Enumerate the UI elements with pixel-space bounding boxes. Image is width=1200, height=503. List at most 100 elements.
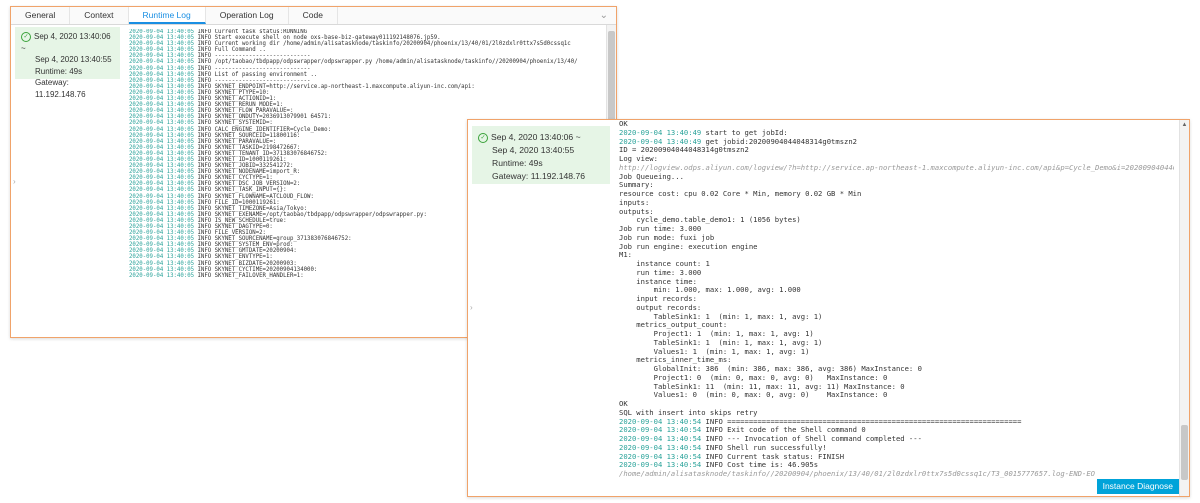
- log-scrollbar[interactable]: ▲: [1179, 120, 1189, 496]
- log-line: http://logview.odps.aliyun.com/logview/?…: [619, 162, 1174, 172]
- log-message: INFO IS_NEW_SCHEDULE=true:: [194, 217, 287, 224]
- log-line: input records:: [619, 294, 697, 303]
- log-line: min: 1.000, max: 1.000, avg: 1.000: [619, 285, 801, 295]
- log-message: INFO SKYNET_ACTIONID=1:: [194, 96, 277, 103]
- log-message: INFO Current working dir /home/admin/ali…: [194, 41, 571, 48]
- log-timestamp: 2020-09-04 13:40:05: [129, 138, 195, 145]
- log-message: INFO SKYNET_TASKID=2198472667:: [194, 144, 301, 151]
- gateway-value: Gateway: 11.192.148.76: [35, 78, 86, 99]
- log-timestamp: 2020-09-04 13:40:05: [129, 65, 195, 72]
- log-line: Values1: 0 (min: 0, max: 0, avg: 0) MaxI…: [619, 390, 888, 400]
- log-message: INFO CALC_ENGINE_IDENTIFIER=Cycle_Demo:: [194, 126, 332, 133]
- log-timestamp: 2020-09-04 13:40:05: [129, 144, 195, 151]
- log-timestamp: 2020-09-04 13:40:05: [129, 59, 195, 66]
- log-timestamp: 2020-09-04 13:40:05: [129, 224, 195, 230]
- log-message: INFO SKYNET_FAILOVER_HANDLER=1:: [194, 272, 304, 279]
- log-message: INFO SKYNET_PARAVALUE=:: [194, 138, 277, 145]
- log-line: run time: 3.000: [619, 267, 702, 277]
- log-timestamp: 2020-09-04 13:40:05: [129, 71, 195, 78]
- chevron-down-icon[interactable]: ⌄: [600, 7, 608, 24]
- scroll-thumb[interactable]: [1181, 425, 1188, 480]
- log-timestamp: 2020-09-04 13:40:05: [129, 230, 195, 237]
- log-timestamp: 2020-09-04 13:40:05: [129, 199, 195, 206]
- log-message: INFO SKYNET_ENVTYPE=1:: [194, 254, 273, 261]
- tab-runtime-log[interactable]: Runtime Log: [128, 7, 206, 24]
- log-message: INFO SKYNET_DSC_JOB_VERSION=2:: [194, 181, 301, 188]
- time-end: Sep 4, 2020 13:40:55: [492, 145, 575, 155]
- tab-bar: General Context Runtime Log Operation Lo…: [11, 7, 616, 25]
- tab-code[interactable]: Code: [289, 7, 338, 24]
- log-message: INFO SKYNET_RERUN_MODE=1:: [194, 102, 284, 109]
- log-timestamp: 2020-09-04 13:40:05: [129, 248, 195, 255]
- log-message: INFO SKYNET_SOURCENAME=group_37138307684…: [194, 236, 352, 243]
- log-line: Job run engine: execution engine: [619, 241, 758, 251]
- log-message: INFO SKYNET_FLOWNAME=ATCLOUD_FLOW:: [194, 193, 314, 200]
- log-message: INFO FILE_ID=1000119261:: [194, 199, 280, 206]
- log-timestamp: 2020-09-04 13:40:05: [129, 266, 195, 273]
- log-message: INFO FILE_VERSION=2:: [194, 230, 266, 237]
- log-timestamp: 2020-09-04 13:40:05: [129, 41, 195, 48]
- log-message: INFO SKYNET_SOURCEID=11800116:: [194, 132, 301, 139]
- time-start: Sep 4, 2020 13:40:06 ~: [21, 32, 111, 53]
- scroll-up-icon[interactable]: ▲: [1180, 122, 1189, 128]
- log-timestamp: 2020-09-04 13:40:05: [129, 77, 195, 84]
- log-message: INFO SKYNET_TENANT_ID=371383076846752:: [194, 150, 328, 157]
- log-timestamp: 2020-09-04 13:40:05: [129, 47, 195, 54]
- tab-general[interactable]: General: [11, 7, 71, 24]
- log-timestamp: 2020-09-04 13:40:05: [129, 175, 195, 182]
- log-message: INFO Current task status:RUNNING: [194, 29, 308, 35]
- instance-diagnose-button[interactable]: Instance Diagnose: [1096, 479, 1179, 494]
- log-message: INFO SKYNET_GMTDATE=20200904:: [194, 248, 297, 255]
- log-timestamp: 2020-09-04 13:40:05: [129, 53, 195, 60]
- time-end: Sep 4, 2020 13:40:55: [35, 55, 112, 64]
- log-timestamp: 2020-09-04 13:40:05: [129, 89, 195, 96]
- log-timestamp: 2020-09-04 13:40:05: [129, 96, 195, 103]
- scroll-thumb[interactable]: [608, 31, 615, 121]
- log-timestamp: 2020-09-04 13:40:05: [129, 120, 195, 127]
- log-message: INFO SKYNET_ID=1000119261:: [194, 156, 287, 163]
- log-timestamp: 2020-09-04 13:40:05: [129, 187, 195, 194]
- log-timestamp: 2020-09-04 13:40:05: [129, 242, 195, 249]
- tab-operation-log[interactable]: Operation Log: [206, 7, 289, 24]
- collapse-handle-icon[interactable]: ›: [470, 303, 474, 317]
- gateway-value: Gateway: 11.192.148.76: [492, 171, 586, 181]
- log-message: INFO SKYNET_ONDUTY=2036913079901 64571:: [194, 114, 332, 121]
- tab-context[interactable]: Context: [70, 7, 129, 24]
- log-line: Job Queueing...: [619, 171, 684, 181]
- log-timestamp: 2020-09-04 13:40:05: [129, 211, 195, 218]
- log-message: INFO SKYNET_TASK_INPUT={}:: [194, 187, 287, 194]
- instance-info-box: ✓ Sep 4, 2020 13:40:06 ~ Sep 4, 2020 13:4…: [15, 27, 120, 99]
- log-timestamp: 2020-09-04 13:40:05: [129, 236, 195, 243]
- log-timestamp: 2020-09-04 13:40:05: [129, 29, 195, 35]
- log-message: INFO SKYNET_PTYPE=10:: [194, 89, 270, 96]
- log-timestamp: 2020-09-04 13:40:05: [129, 108, 195, 115]
- log-message: INFO SKYNET_JOBID=332541272:: [194, 163, 294, 170]
- log-message: INFO SKYNET_CYCTYPE=1:: [194, 175, 273, 182]
- runtime-value: Runtime: 49s: [492, 158, 543, 168]
- log-message: INFO SKYNET_ENDPOINT=http://service.ap-n…: [194, 83, 475, 90]
- runtime-log-text: OK 2020-09-04 13:40:49 start to get jobId…: [619, 120, 1174, 489]
- log-timestamp: 2020-09-04 13:40:05: [129, 193, 195, 200]
- log-message: INFO SKYNET_NODENAME=import_R:: [194, 169, 301, 176]
- log-message: INFO Full Command ..: [194, 47, 266, 54]
- collapse-handle-icon[interactable]: ›: [13, 177, 17, 191]
- log-message: INFO /opt/taobao/tbdpapp/odpswrapper/odp…: [194, 59, 578, 66]
- success-check-icon: ✓: [21, 31, 31, 42]
- log-line: cycle_demo.table_demo1: 1 (1056 bytes): [619, 215, 801, 225]
- log-timestamp: 2020-09-04 13:40:05: [129, 217, 195, 224]
- log-timestamp: 2020-09-04 13:40:05: [129, 163, 195, 170]
- log-message: INFO SKYNET_DAGTYPE=0:: [194, 224, 273, 230]
- log-line: inputs:: [619, 197, 650, 207]
- log-line: /home/admin/alisatasknode/taskinfo//2020…: [619, 469, 1095, 478]
- log-message: INFO SKYNET_CYCTIME=20200904134000:: [194, 266, 318, 273]
- log-timestamp: 2020-09-04 13:40:05: [129, 126, 195, 133]
- log-timestamp: 2020-09-04 13:40:05: [129, 102, 195, 109]
- log-timestamp: 2020-09-04 13:40:05: [129, 156, 195, 163]
- log-timestamp: 2020-09-04 13:40:05: [129, 83, 195, 90]
- log-timestamp: 2020-09-04 13:40:05: [129, 205, 195, 212]
- log-message: INFO ----------------------------: [194, 77, 311, 84]
- log-timestamp: 2020-09-04 13:40:05: [129, 254, 195, 261]
- runtime-value: Runtime: 49s: [35, 66, 83, 76]
- log-line: resource cost: cpu 0.02 Core * Min, memo…: [619, 189, 862, 198]
- log-message: INFO List of passing environment ..: [194, 71, 318, 78]
